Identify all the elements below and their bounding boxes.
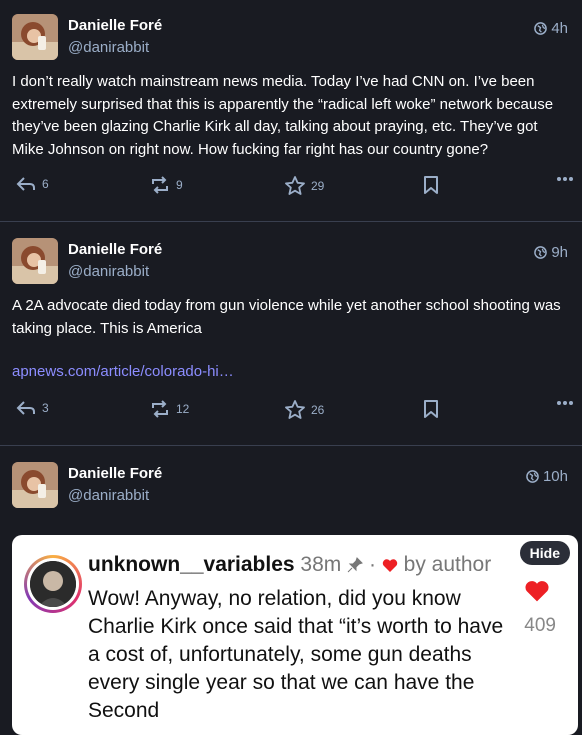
post-text: A 2A advocate died today from gun violen… [12, 297, 561, 337]
time-label: 10h [542, 468, 568, 485]
favourite-count: 26 [311, 402, 325, 417]
display-name[interactable]: Danielle Foré [68, 465, 162, 482]
heart-icon [382, 559, 398, 572]
comment-age: 38m [300, 553, 342, 576]
reply-count: 6 [42, 177, 49, 191]
timestamp[interactable]: 4h [534, 20, 568, 37]
action-bar: 3 12 26 [0, 400, 582, 424]
globe-icon [526, 470, 539, 483]
star-icon [285, 400, 305, 419]
more-icon [557, 401, 573, 405]
post-text: I don’t really watch mainstream news med… [12, 73, 554, 158]
heart-icon [525, 581, 549, 602]
bookmark-icon [424, 176, 438, 194]
boost-icon [152, 176, 168, 194]
more-icon [557, 177, 573, 181]
timestamp[interactable]: 10h [526, 468, 568, 485]
pin-icon [347, 557, 364, 573]
account-handle[interactable]: @danirabbit [68, 487, 149, 504]
avatar[interactable] [12, 238, 58, 284]
globe-icon [534, 22, 548, 35]
reply-icon [16, 177, 35, 191]
boost-button[interactable]: 9 [150, 176, 183, 194]
post-link[interactable]: apnews.com/article/colorado-hi… [12, 361, 572, 384]
boost-count: 12 [176, 402, 190, 416]
more-button[interactable] [556, 176, 574, 182]
bookmark-button[interactable] [423, 176, 439, 194]
reply-button[interactable]: 3 [16, 400, 49, 416]
bookmark-button[interactable] [423, 400, 439, 418]
comment-text: Wow! Anyway, no relation, did you know C… [88, 587, 504, 722]
time-label: 9h [551, 244, 568, 261]
comment-header: unknown__variables 38m · by author [88, 553, 492, 576]
commenter-avatar [24, 555, 82, 613]
display-name[interactable]: Danielle Foré [68, 17, 162, 34]
status-post[interactable]: Danielle Foré @danirabbit 4h I don’t rea… [0, 0, 582, 222]
account-handle[interactable]: @danirabbit [68, 263, 149, 280]
hide-media-button[interactable]: Hide [519, 541, 570, 565]
bookmark-icon [424, 400, 438, 418]
boost-icon [152, 400, 168, 418]
boost-button[interactable]: 12 [150, 400, 189, 418]
action-bar: 6 9 29 [0, 176, 582, 200]
boost-count: 9 [176, 178, 183, 192]
favourite-button[interactable]: 29 [285, 176, 324, 195]
status-post[interactable]: Danielle Foré @danirabbit 9h A 2A advoca… [0, 222, 582, 446]
star-icon [285, 176, 305, 195]
time-label: 4h [551, 20, 568, 37]
globe-icon [534, 246, 548, 259]
reply-button[interactable]: 6 [16, 176, 49, 192]
avatar[interactable] [12, 462, 58, 508]
commenter-username: unknown__variables [88, 553, 295, 576]
like-count: 409 [524, 615, 556, 636]
display-name[interactable]: Danielle Foré [68, 241, 162, 258]
favourite-button[interactable]: 26 [285, 400, 324, 419]
avatar[interactable] [12, 14, 58, 60]
reply-count: 3 [42, 401, 49, 415]
more-button[interactable] [556, 400, 574, 406]
account-handle[interactable]: @danirabbit [68, 39, 149, 56]
reply-icon [16, 401, 35, 415]
by-author-label: by author [403, 553, 492, 576]
favourite-count: 29 [311, 178, 325, 193]
media-attachment[interactable]: unknown__variables 38m · by author Wow! … [12, 535, 578, 735]
timestamp[interactable]: 9h [534, 244, 568, 261]
